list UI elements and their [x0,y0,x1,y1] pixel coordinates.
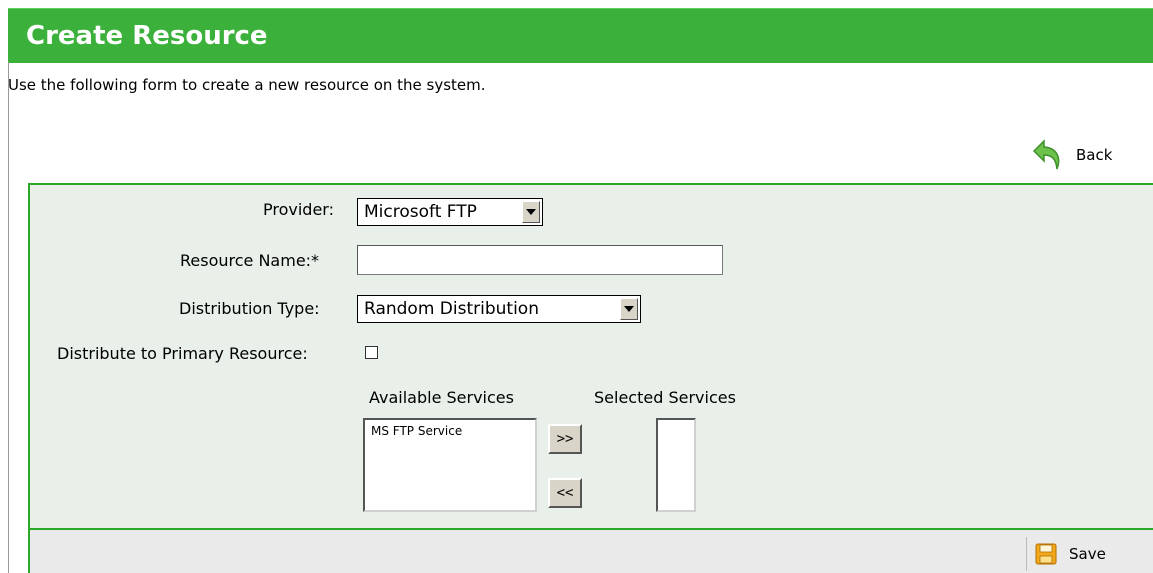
available-services-list[interactable]: MS FTP Service [363,418,537,512]
page-title: Create Resource [26,21,268,51]
provider-select-value: Microsoft FTP [364,202,477,222]
save-button[interactable]: Save [1026,537,1106,571]
chevron-down-icon[interactable] [620,298,638,320]
save-label: Save [1069,545,1106,563]
distribution-type-select[interactable]: Random Distribution [357,295,641,323]
selected-services-list[interactable] [656,418,696,512]
resource-name-input[interactable] [357,245,723,275]
resource-name-row: Resource Name:* [180,251,319,270]
distribution-type-label: Distribution Type: [179,299,320,318]
provider-row: Provider: [263,200,334,219]
form-footer [30,528,1153,573]
page-description: Use the following form to create a new r… [8,76,486,94]
resource-name-label: Resource Name:* [180,251,320,270]
distribute-primary-checkbox[interactable] [365,346,378,359]
add-service-button[interactable]: >> [548,424,582,454]
save-floppy-icon [1035,543,1057,565]
remove-service-button[interactable]: << [548,478,582,508]
selected-services-heading: Selected Services [594,388,736,407]
form-panel [28,183,1153,573]
left-border [8,62,9,573]
distribution-type-select-value: Random Distribution [364,299,539,319]
distribute-primary-label: Distribute to Primary Resource: [57,344,308,363]
available-services-heading: Available Services [369,388,514,407]
distribute-primary-row: Distribute to Primary Resource: [57,344,308,363]
distribution-type-row: Distribution Type: [179,299,320,318]
page-header: Create Resource [8,8,1153,63]
back-button[interactable]: Back [1030,137,1112,173]
back-label: Back [1076,146,1113,164]
back-arrow-icon [1032,139,1060,170]
provider-select[interactable]: Microsoft FTP [357,198,543,226]
chevron-down-icon[interactable] [522,201,540,223]
list-item[interactable]: MS FTP Service [365,420,535,442]
provider-label: Provider: [263,200,334,219]
